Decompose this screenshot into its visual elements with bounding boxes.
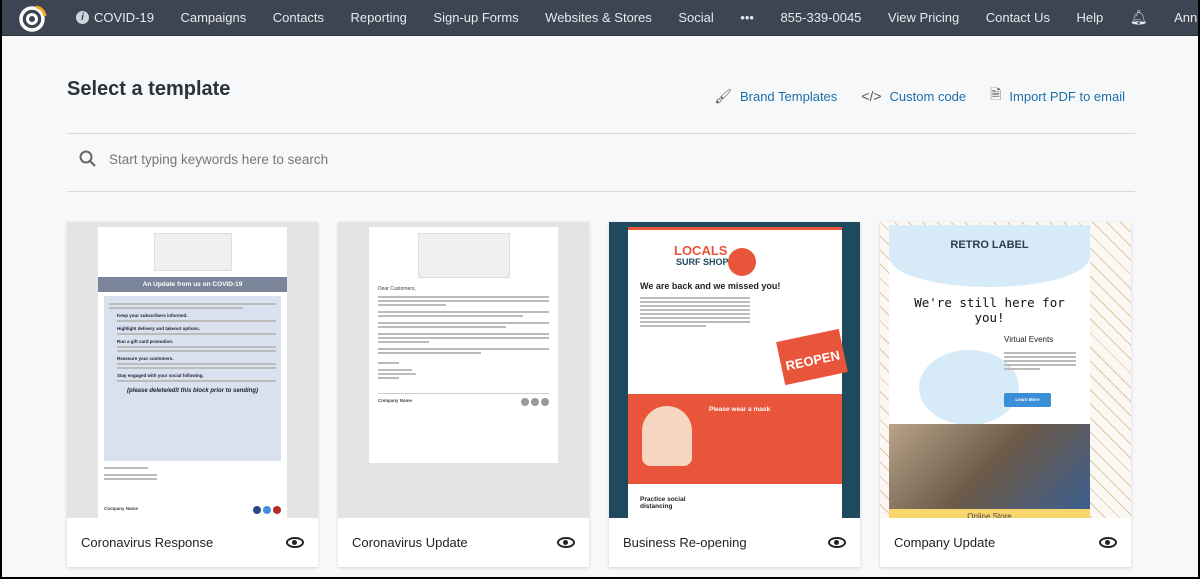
preview-bullet: Highlight delivery and takeout options.	[117, 326, 201, 331]
preview-bullet: Run a gift card promotion.	[117, 339, 174, 344]
nav-contact-us[interactable]: Contact Us	[986, 10, 1050, 25]
nav-reporting[interactable]: Reporting	[351, 10, 407, 25]
custom-code-link[interactable]: </> Custom code	[861, 84, 966, 108]
preview-eye-icon[interactable]	[557, 537, 575, 548]
nav-view-pricing[interactable]: View Pricing	[888, 10, 959, 25]
top-nav: i COVID-19 Campaigns Contacts Reporting S…	[2, 0, 1198, 36]
preview-learn-more: Learn More	[1004, 393, 1051, 407]
preview-sign: REOPEN	[776, 328, 848, 386]
nav-signup-forms[interactable]: Sign-up Forms	[433, 10, 518, 25]
template-card[interactable]: RETRO LABEL We're still here for you! Vi…	[880, 222, 1131, 567]
brush-icon: 🖌︎	[714, 87, 732, 104]
info-icon: i	[76, 11, 89, 24]
template-name: Company Update	[894, 535, 996, 550]
template-preview[interactable]: An Update from us on COVID-19 Keep your …	[67, 222, 318, 518]
template-card[interactable]: LOCALS SURF SHOP We are back and we miss…	[609, 222, 860, 567]
template-card[interactable]: An Update from us on COVID-19 Keep your …	[67, 222, 318, 567]
search-icon	[79, 150, 96, 167]
preview-header: An Update from us on COVID-19	[98, 277, 287, 292]
preview-eye-icon[interactable]	[828, 537, 846, 548]
preview-eye-icon[interactable]	[1099, 537, 1117, 548]
template-card[interactable]: Dear Customers, Company Name Coronavirus…	[338, 222, 589, 567]
image-placeholder	[153, 233, 232, 271]
preview-brand: LOCALS	[674, 243, 728, 258]
page-title: Select a template	[67, 78, 231, 100]
preview-greeting: Dear Customers,	[378, 286, 416, 292]
preview-headline: We are back and we missed you!	[640, 281, 781, 291]
search-bar[interactable]	[79, 150, 1079, 168]
preview-note: (please delete/edit this block prior to …	[126, 388, 259, 394]
nav-social[interactable]: Social	[678, 10, 713, 25]
nav-websites-stores[interactable]: Websites & Stores	[545, 10, 652, 25]
template-preview[interactable]: Dear Customers, Company Name	[338, 222, 589, 518]
image-placeholder	[417, 233, 510, 278]
preview-company: Company Name	[104, 506, 139, 511]
preview-bullet: Stay engaged with your social following.	[117, 373, 204, 378]
preview-company: Company Name	[378, 398, 413, 403]
template-preview[interactable]: LOCALS SURF SHOP We are back and we miss…	[609, 222, 860, 518]
pdf-icon: 🗎	[990, 86, 1002, 102]
template-name: Coronavirus Update	[352, 535, 468, 550]
preview-bullet: Keep your subscribers informed.	[117, 313, 188, 318]
divider	[67, 191, 1135, 192]
preview-events: Virtual Events	[1004, 335, 1054, 344]
search-input[interactable]	[109, 151, 709, 167]
preview-brand: RETRO LABEL	[889, 225, 1090, 287]
template-name: Coronavirus Response	[81, 535, 214, 550]
nav-more[interactable]: •••	[740, 10, 754, 25]
preview-eye-icon[interactable]	[286, 537, 304, 548]
nav-covid[interactable]: i COVID-19	[76, 10, 154, 25]
preview-brand: SURF SHOP	[676, 257, 729, 267]
divider	[67, 133, 1135, 134]
import-pdf-link[interactable]: 🗎 Import PDF to email	[990, 84, 1125, 108]
nav-contacts[interactable]: Contacts	[273, 10, 324, 25]
template-preview[interactable]: RETRO LABEL We're still here for you! Vi…	[880, 222, 1131, 518]
preview-store: Online Store	[889, 509, 1090, 518]
template-name: Business Re-opening	[623, 535, 747, 550]
preview-headline: We're still here for you!	[914, 295, 1065, 325]
nav-campaigns[interactable]: Campaigns	[180, 10, 246, 25]
user-menu[interactable]: Anna ⌄	[1174, 10, 1198, 25]
nav-help[interactable]: Help	[1077, 10, 1104, 25]
preview-distancing: Practice social distancing	[640, 496, 686, 510]
bell-icon[interactable]: 🔔︎	[1130, 9, 1148, 26]
preview-mask: Please wear a mask	[709, 406, 771, 413]
nav-phone[interactable]: 855-339-0045	[780, 10, 861, 25]
brand-templates-link[interactable]: 🖌︎ Brand Templates	[714, 84, 837, 108]
constant-contact-logo[interactable]	[18, 3, 48, 33]
code-icon: </>	[861, 88, 882, 104]
preview-bullet: Reassure your customers.	[117, 356, 174, 361]
